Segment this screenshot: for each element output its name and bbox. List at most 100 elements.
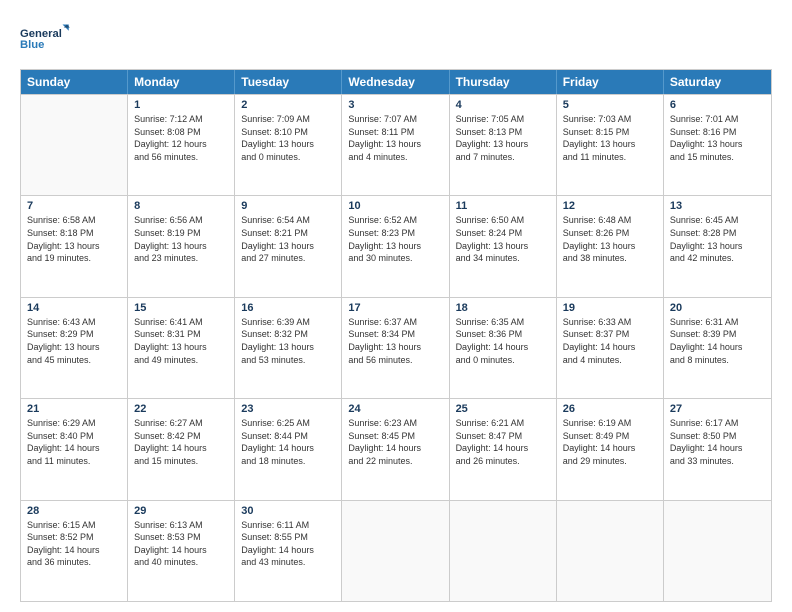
calendar: SundayMondayTuesdayWednesdayThursdayFrid…: [20, 69, 772, 602]
day-number: 5: [563, 99, 657, 111]
day-info: Sunrise: 6:11 AM Sunset: 8:55 PM Dayligh…: [241, 519, 335, 569]
day-number: 11: [456, 200, 550, 212]
cal-header-monday: Monday: [128, 70, 235, 94]
day-number: 17: [348, 302, 442, 314]
cal-day-27: 27Sunrise: 6:17 AM Sunset: 8:50 PM Dayli…: [664, 399, 771, 499]
cal-day-18: 18 Sunrise: 6:35 AM Sunset: 8:36 PM Dayli…: [450, 298, 557, 398]
day-number: 14: [27, 302, 121, 314]
cal-empty: [664, 501, 771, 601]
day-number: 19: [563, 302, 657, 314]
day-info: Sunrise: 6:27 AM Sunset: 8:42 PM Dayligh…: [134, 417, 228, 467]
day-info: Sunrise: 6:35 AM Sunset: 8:36 PM Dayligh…: [456, 316, 550, 366]
day-number: 29: [134, 505, 228, 517]
day-info: Sunrise: 7:01 AM Sunset: 8:16 PM Dayligh…: [670, 113, 765, 163]
day-info: Sunrise: 6:39 AM Sunset: 8:32 PM Dayligh…: [241, 316, 335, 366]
cal-day-25: 25 Sunrise: 6:21 AM Sunset: 8:47 PM Dayli…: [450, 399, 557, 499]
cal-header-tuesday: Tuesday: [235, 70, 342, 94]
day-info: Sunrise: 7:05 AM Sunset: 8:13 PM Dayligh…: [456, 113, 550, 163]
logo-svg: General Blue: [20, 16, 70, 61]
cal-day-24: 24 Sunrise: 6:23 AM Sunset: 8:45 PM Dayli…: [342, 399, 449, 499]
day-number: 8: [134, 200, 228, 212]
cal-day-15: 15 Sunrise: 6:41 AM Sunset: 8:31 PM Dayli…: [128, 298, 235, 398]
cal-day-23: 23Sunrise: 6:25 AM Sunset: 8:44 PM Dayli…: [235, 399, 342, 499]
day-number: 26: [563, 403, 657, 415]
cal-week-5: 28 Sunrise: 6:15 AM Sunset: 8:52 PM Dayli…: [21, 500, 771, 601]
day-number: 24: [348, 403, 442, 415]
day-info: Sunrise: 6:23 AM Sunset: 8:45 PM Dayligh…: [348, 417, 442, 467]
day-info: Sunrise: 6:41 AM Sunset: 8:31 PM Dayligh…: [134, 316, 228, 366]
cal-day-30: 30 Sunrise: 6:11 AM Sunset: 8:55 PM Dayli…: [235, 501, 342, 601]
cal-day-16: 16 Sunrise: 6:39 AM Sunset: 8:32 PM Dayli…: [235, 298, 342, 398]
logo: General Blue: [20, 16, 70, 61]
cal-day-10: 10Sunrise: 6:52 AM Sunset: 8:23 PM Dayli…: [342, 196, 449, 296]
day-info: Sunrise: 6:21 AM Sunset: 8:47 PM Dayligh…: [456, 417, 550, 467]
cal-header-friday: Friday: [557, 70, 664, 94]
cal-header-thursday: Thursday: [450, 70, 557, 94]
cal-day-20: 20Sunrise: 6:31 AM Sunset: 8:39 PM Dayli…: [664, 298, 771, 398]
cal-header-saturday: Saturday: [664, 70, 771, 94]
day-number: 27: [670, 403, 765, 415]
day-number: 23: [241, 403, 335, 415]
day-number: 9: [241, 200, 335, 212]
cal-day-17: 17 Sunrise: 6:37 AM Sunset: 8:34 PM Dayli…: [342, 298, 449, 398]
day-info: Sunrise: 6:13 AM Sunset: 8:53 PM Dayligh…: [134, 519, 228, 569]
day-number: 28: [27, 505, 121, 517]
cal-header-sunday: Sunday: [21, 70, 128, 94]
day-number: 30: [241, 505, 335, 517]
cal-empty: [450, 501, 557, 601]
day-info: Sunrise: 6:58 AM Sunset: 8:18 PM Dayligh…: [27, 214, 121, 264]
cal-day-12: 12 Sunrise: 6:48 AM Sunset: 8:26 PM Dayli…: [557, 196, 664, 296]
calendar-body: 1Sunrise: 7:12 AM Sunset: 8:08 PM Daylig…: [21, 94, 771, 601]
day-info: Sunrise: 6:50 AM Sunset: 8:24 PM Dayligh…: [456, 214, 550, 264]
cal-day-19: 19Sunrise: 6:33 AM Sunset: 8:37 PM Dayli…: [557, 298, 664, 398]
day-number: 16: [241, 302, 335, 314]
day-number: 10: [348, 200, 442, 212]
cal-day-4: 4 Sunrise: 7:05 AM Sunset: 8:13 PM Daylig…: [450, 95, 557, 195]
day-info: Sunrise: 6:56 AM Sunset: 8:19 PM Dayligh…: [134, 214, 228, 264]
day-info: Sunrise: 7:09 AM Sunset: 8:10 PM Dayligh…: [241, 113, 335, 163]
page-header: General Blue: [20, 16, 772, 61]
cal-day-22: 22 Sunrise: 6:27 AM Sunset: 8:42 PM Dayli…: [128, 399, 235, 499]
svg-text:Blue: Blue: [20, 39, 44, 51]
cal-empty: [21, 95, 128, 195]
cal-day-13: 13 Sunrise: 6:45 AM Sunset: 8:28 PM Dayli…: [664, 196, 771, 296]
cal-day-28: 28 Sunrise: 6:15 AM Sunset: 8:52 PM Dayli…: [21, 501, 128, 601]
calendar-header-row: SundayMondayTuesdayWednesdayThursdayFrid…: [21, 70, 771, 94]
day-number: 22: [134, 403, 228, 415]
svg-text:General: General: [20, 28, 62, 40]
cal-day-26: 26 Sunrise: 6:19 AM Sunset: 8:49 PM Dayli…: [557, 399, 664, 499]
day-number: 2: [241, 99, 335, 111]
cal-day-11: 11 Sunrise: 6:50 AM Sunset: 8:24 PM Dayli…: [450, 196, 557, 296]
day-number: 13: [670, 200, 765, 212]
day-number: 12: [563, 200, 657, 212]
cal-empty: [557, 501, 664, 601]
cal-empty: [342, 501, 449, 601]
day-info: Sunrise: 6:45 AM Sunset: 8:28 PM Dayligh…: [670, 214, 765, 264]
cal-week-4: 21Sunrise: 6:29 AM Sunset: 8:40 PM Dayli…: [21, 398, 771, 499]
day-info: Sunrise: 6:19 AM Sunset: 8:49 PM Dayligh…: [563, 417, 657, 467]
day-info: Sunrise: 7:03 AM Sunset: 8:15 PM Dayligh…: [563, 113, 657, 163]
cal-day-6: 6 Sunrise: 7:01 AM Sunset: 8:16 PM Daylig…: [664, 95, 771, 195]
day-number: 7: [27, 200, 121, 212]
day-number: 6: [670, 99, 765, 111]
cal-day-14: 14 Sunrise: 6:43 AM Sunset: 8:29 PM Dayli…: [21, 298, 128, 398]
cal-week-1: 1Sunrise: 7:12 AM Sunset: 8:08 PM Daylig…: [21, 94, 771, 195]
day-info: Sunrise: 6:43 AM Sunset: 8:29 PM Dayligh…: [27, 316, 121, 366]
day-info: Sunrise: 6:48 AM Sunset: 8:26 PM Dayligh…: [563, 214, 657, 264]
day-info: Sunrise: 6:15 AM Sunset: 8:52 PM Dayligh…: [27, 519, 121, 569]
day-info: Sunrise: 6:37 AM Sunset: 8:34 PM Dayligh…: [348, 316, 442, 366]
day-number: 15: [134, 302, 228, 314]
day-info: Sunrise: 6:31 AM Sunset: 8:39 PM Dayligh…: [670, 316, 765, 366]
day-number: 25: [456, 403, 550, 415]
cal-header-wednesday: Wednesday: [342, 70, 449, 94]
day-info: Sunrise: 6:54 AM Sunset: 8:21 PM Dayligh…: [241, 214, 335, 264]
cal-week-2: 7 Sunrise: 6:58 AM Sunset: 8:18 PM Daylig…: [21, 195, 771, 296]
cal-day-1: 1Sunrise: 7:12 AM Sunset: 8:08 PM Daylig…: [128, 95, 235, 195]
day-info: Sunrise: 6:29 AM Sunset: 8:40 PM Dayligh…: [27, 417, 121, 467]
day-number: 4: [456, 99, 550, 111]
cal-day-8: 8 Sunrise: 6:56 AM Sunset: 8:19 PM Daylig…: [128, 196, 235, 296]
cal-day-21: 21Sunrise: 6:29 AM Sunset: 8:40 PM Dayli…: [21, 399, 128, 499]
day-number: 18: [456, 302, 550, 314]
cal-day-29: 29 Sunrise: 6:13 AM Sunset: 8:53 PM Dayli…: [128, 501, 235, 601]
day-info: Sunrise: 7:07 AM Sunset: 8:11 PM Dayligh…: [348, 113, 442, 163]
